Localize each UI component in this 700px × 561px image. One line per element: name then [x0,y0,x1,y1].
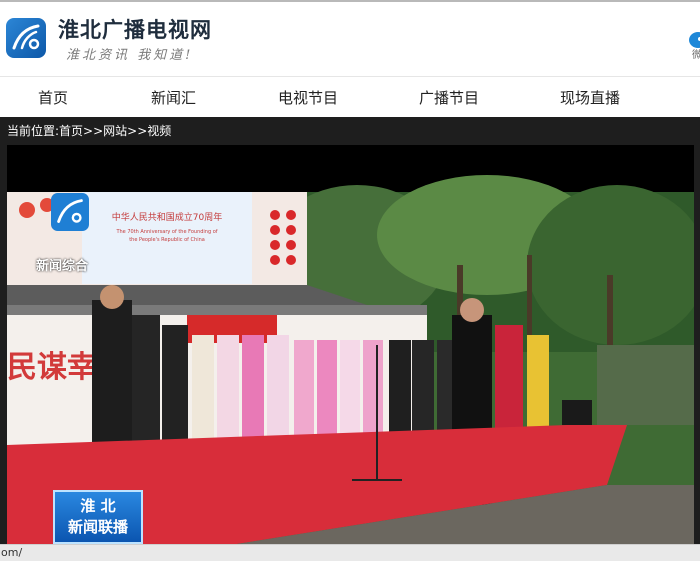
site-slogan: 淮北资讯 我知道! [66,48,194,63]
nav-item-home[interactable]: 首页 [38,87,68,108]
caption-program: 新闻联播 [67,518,128,536]
channel-logo-icon [51,193,89,231]
nav-item-live[interactable]: 现场直播 [560,87,620,108]
site-header: 淮北广播电视网 淮北资讯 我知道! 微 [0,2,700,76]
site-logo-icon[interactable] [6,18,46,58]
site-title[interactable]: 淮北广播电视网 [58,14,212,44]
nav-item-radio[interactable]: 广播节目 [419,87,479,108]
browser-status-bar: om/ [0,544,700,561]
video-player[interactable]: 中华人民共和国成立70周年 The 70th Anniversary of th… [7,145,694,544]
wall-slogan: 民谋幸 [7,350,97,385]
banner-subtitle-1: The 70th Anniversary of the Founding of [115,229,217,235]
video-frame: 中华人民共和国成立70周年 The 70th Anniversary of th… [7,145,694,544]
channel-label: 新闻综合 [36,259,89,274]
breadcrumb: 当前位置:首页>>网站>>视频 [7,124,172,138]
status-url: om/ [1,546,23,559]
banner-subtitle-2: the People's Republic of China [129,237,205,243]
main-nav: 首页 新闻汇 电视节目 广播节目 现场直播 [0,76,700,118]
weibo-label[interactable]: 微 [692,46,700,61]
caption-city: 淮 北 [80,497,116,515]
nav-item-tv[interactable]: 电视节目 [278,87,338,108]
program-caption: 淮 北 新闻联播 [53,490,143,544]
banner-title: 中华人民共和国成立70周年 [112,211,222,223]
nav-item-news[interactable]: 新闻汇 [151,87,196,108]
